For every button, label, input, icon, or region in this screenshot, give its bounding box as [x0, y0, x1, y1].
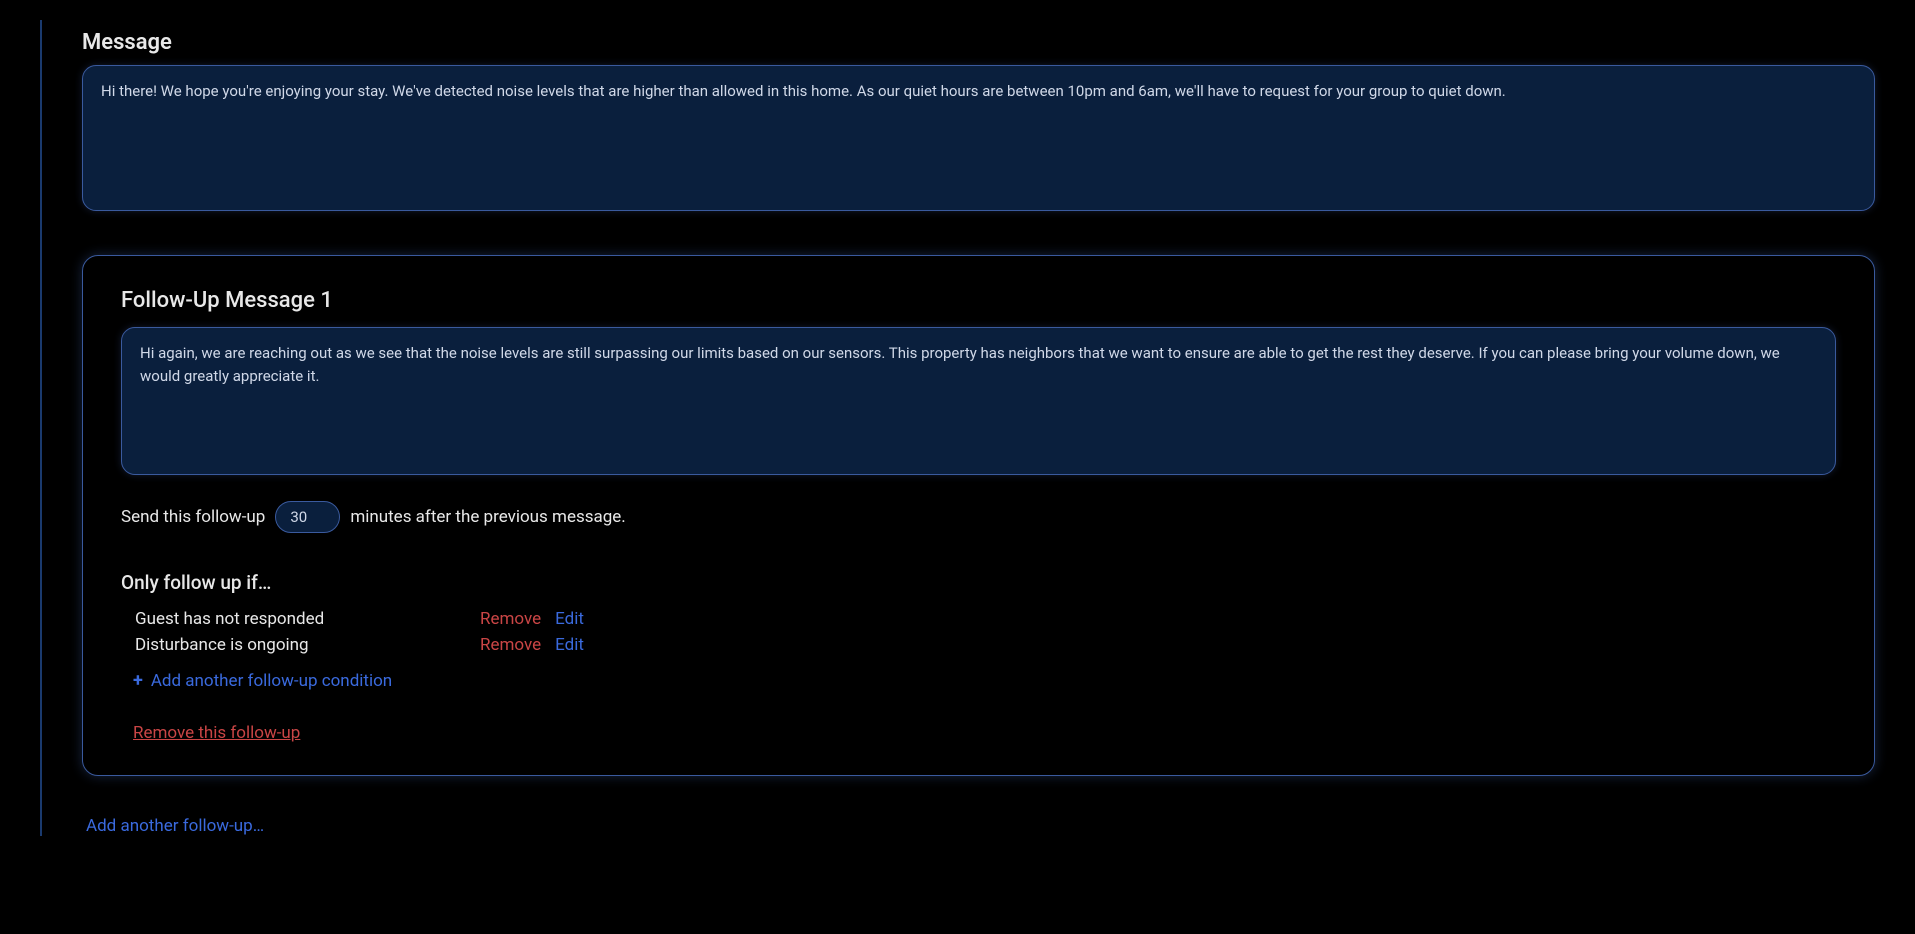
main-content-panel: Message Follow-Up Message 1 Send this fo… — [40, 20, 1875, 836]
add-condition-button[interactable]: + Add another follow-up condition — [121, 670, 1836, 691]
edit-condition-button[interactable]: Edit — [555, 635, 584, 655]
remove-followup-button[interactable]: Remove this follow-up — [121, 723, 300, 743]
edit-condition-button[interactable]: Edit — [555, 609, 584, 629]
timing-prefix: Send this follow-up — [121, 507, 265, 527]
conditions-label: Only follow up if… — [121, 571, 1836, 594]
message-textarea[interactable] — [82, 65, 1875, 211]
timing-suffix: minutes after the previous message. — [350, 507, 625, 527]
remove-condition-button[interactable]: Remove — [480, 609, 541, 629]
timing-row: Send this follow-up minutes after the pr… — [121, 501, 1836, 533]
condition-text: Guest has not responded — [135, 609, 480, 629]
condition-row: Disturbance is ongoing Remove Edit — [121, 632, 1836, 658]
remove-condition-button[interactable]: Remove — [480, 635, 541, 655]
followup-label: Follow-Up Message 1 — [121, 288, 1836, 313]
message-section: Message — [82, 30, 1875, 215]
followup-textarea[interactable] — [121, 327, 1836, 475]
plus-icon: + — [133, 670, 143, 691]
condition-text: Disturbance is ongoing — [135, 635, 480, 655]
add-followup-button[interactable]: Add another follow-up… — [86, 816, 264, 836]
message-label: Message — [82, 30, 1875, 55]
timing-input[interactable] — [275, 501, 340, 533]
add-condition-label: Add another follow-up condition — [151, 671, 392, 691]
condition-row: Guest has not responded Remove Edit — [121, 606, 1836, 632]
followup-container: Follow-Up Message 1 Send this follow-up … — [82, 255, 1875, 776]
